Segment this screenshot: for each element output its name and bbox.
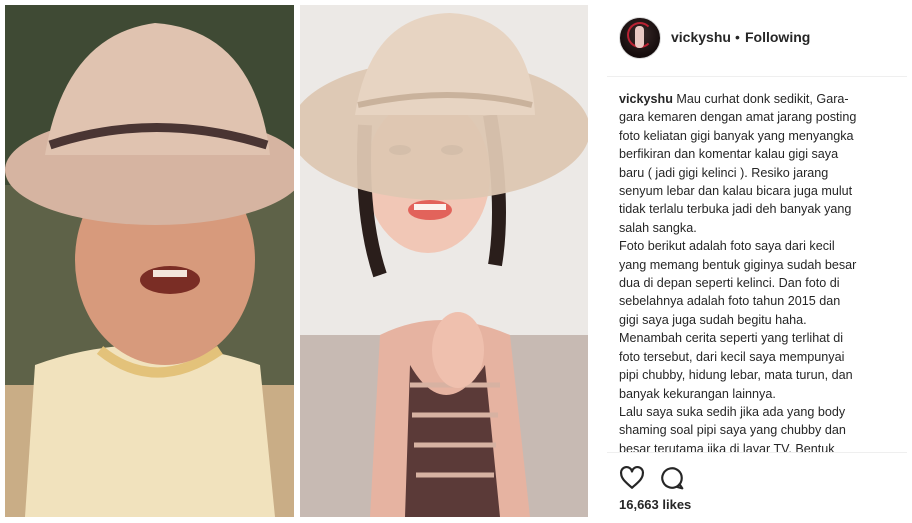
comment-icon[interactable] — [659, 465, 685, 491]
post-side-panel: vickyshu • Following vickyshu Mau curhat… — [607, 0, 912, 522]
avatar[interactable] — [619, 17, 661, 59]
post-photo-right — [300, 5, 588, 517]
post-caption: vickyshu Mau curhat donk sedikit, Gara- … — [619, 90, 889, 452]
adult-photo — [300, 5, 588, 517]
caption-text: Mau curhat donk sedikit, Gara- gara kema… — [619, 92, 857, 452]
follow-button[interactable]: Following — [745, 29, 810, 45]
post-header: vickyshu • Following — [607, 0, 907, 77]
post-photo-left — [5, 5, 294, 517]
like-count[interactable]: 16,663 likes — [619, 497, 691, 512]
heart-icon[interactable] — [619, 465, 645, 491]
caption-username[interactable]: vickyshu — [619, 92, 673, 106]
username-link[interactable]: vickyshu — [671, 29, 731, 45]
childhood-photo — [5, 5, 294, 517]
separator-dot: • — [735, 29, 740, 45]
post-actions: 16,663 likes — [607, 452, 907, 523]
